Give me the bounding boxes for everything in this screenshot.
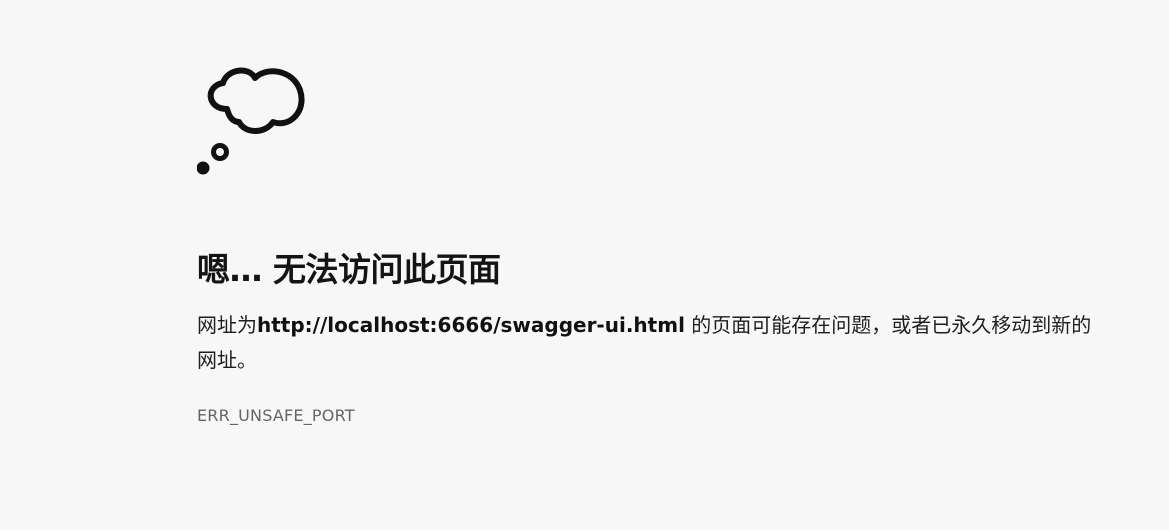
error-content: 嗯… 无法访问此页面 网址为http://localhost:6666/swag… — [196, 64, 1097, 427]
failed-url: http://localhost:6666/swagger-ui.html — [257, 313, 685, 337]
thought-cloud-icon — [196, 64, 309, 178]
error-code: ERR_UNSAFE_PORT — [197, 406, 355, 425]
error-page: 嗯… 无法访问此页面 网址为http://localhost:6666/swag… — [0, 0, 1169, 530]
error-description: 网址为http://localhost:6666/swagger-ui.html… — [197, 308, 1097, 378]
description-prefix: 网址为 — [197, 313, 257, 337]
page-title: 嗯… 无法访问此页面 — [197, 250, 501, 289]
